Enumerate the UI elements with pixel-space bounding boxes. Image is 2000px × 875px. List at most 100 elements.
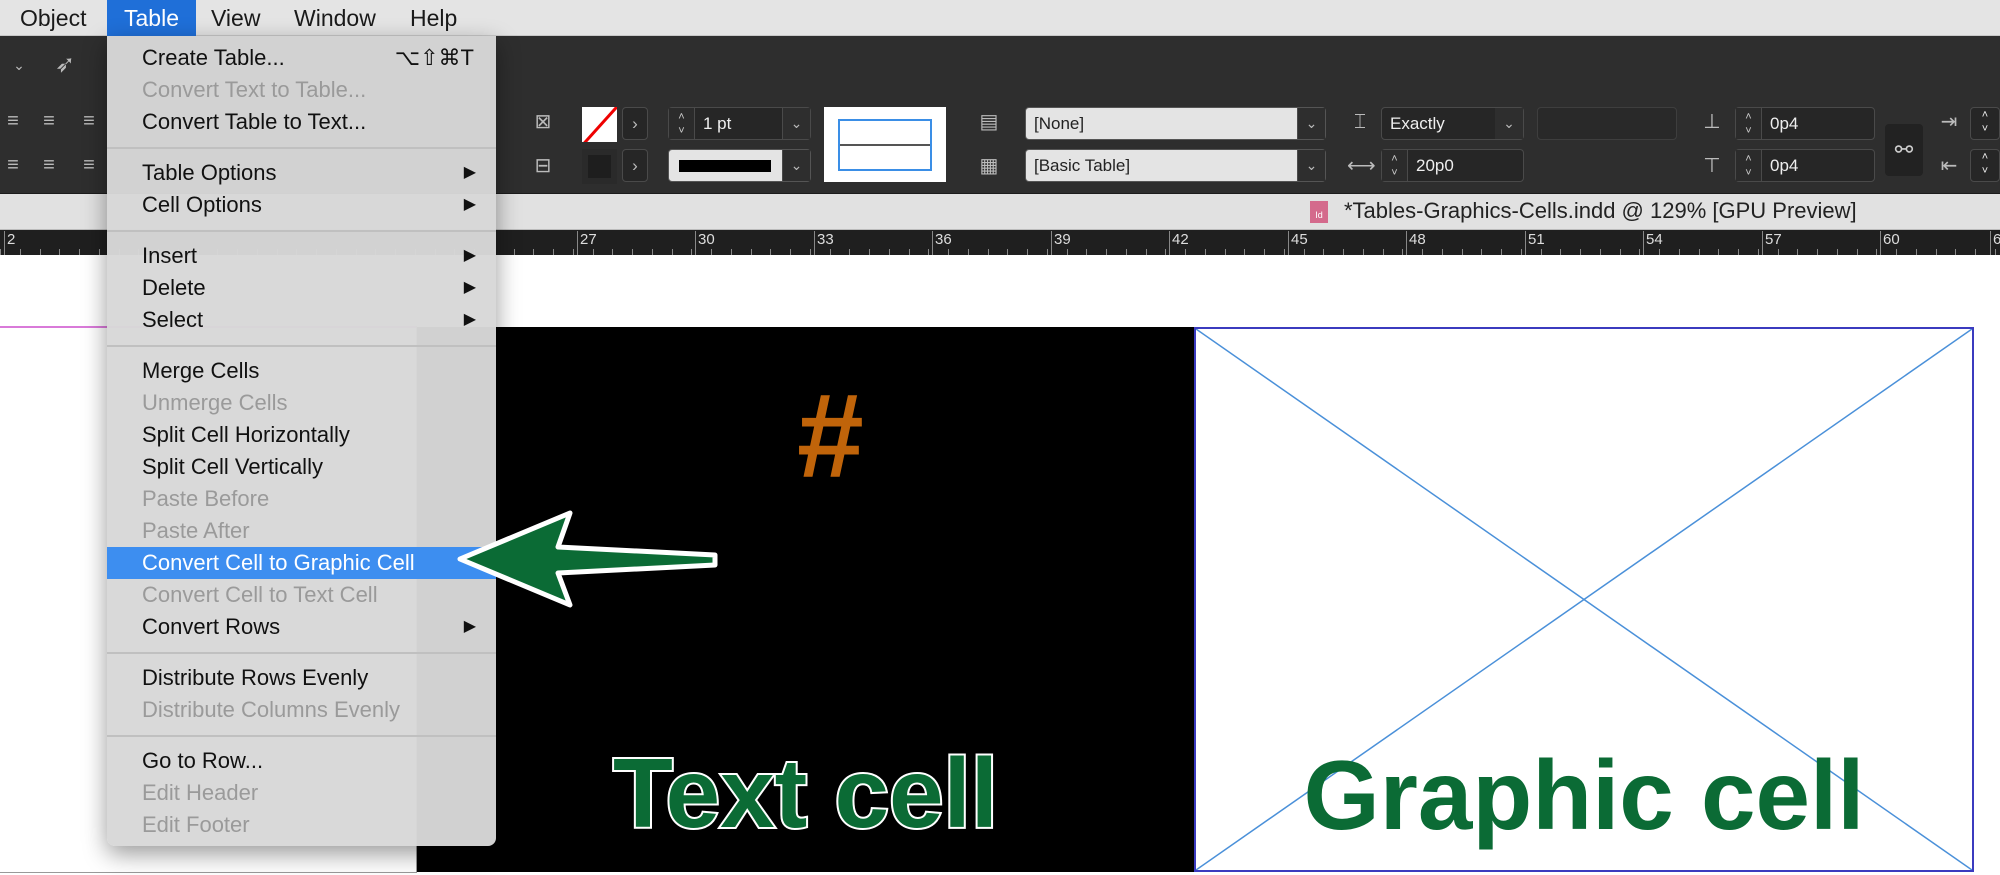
menu-view[interactable]: View <box>199 0 272 36</box>
table-style-dropdown[interactable]: [Basic Table] ⌄ <box>1025 149 1326 182</box>
menu-item-split-cell-horizontally[interactable]: Split Cell Horizontally <box>107 419 496 451</box>
stroke-menu-button[interactable]: › <box>622 107 648 140</box>
chevron-down-icon[interactable]: ⌄ <box>782 150 810 181</box>
submenu-arrow-icon: ▶ <box>463 279 476 296</box>
row-height-mode-dropdown[interactable]: Exactly ⌄ <box>1381 107 1524 140</box>
menu-item-distribute-columns-evenly: Distribute Columns Evenly <box>107 694 496 726</box>
cell-stroke-proxy[interactable] <box>824 107 946 182</box>
left-inset-stepper[interactable]: ˄ ˅ <box>1970 107 2000 140</box>
menu-item-convert-cell-to-text-cell: Convert Cell to Text Cell <box>107 579 496 611</box>
menu-item-label: Convert Text to Table... <box>142 77 367 102</box>
ruler-tick <box>1323 249 1325 255</box>
menu-item-label: Create Table... <box>142 45 285 70</box>
menu-item-distribute-rows-evenly[interactable]: Distribute Rows Evenly <box>107 662 496 694</box>
menu-item-label: Split Cell Horizontally <box>142 422 350 447</box>
ruler-label: 39 <box>1051 231 1071 255</box>
cell-style-icon: ▤ <box>979 111 999 133</box>
menu-item-convert-table-to-text[interactable]: Convert Table to Text... <box>107 106 496 138</box>
ruler-tick <box>1461 249 1463 255</box>
chevron-down-icon[interactable]: ⌄ <box>6 52 32 78</box>
cell-border-icon[interactable]: ⊟ <box>530 153 556 179</box>
ruler-tick <box>1580 249 1581 255</box>
ruler-label: 2 <box>4 231 15 255</box>
menu-object[interactable]: Object <box>8 0 98 36</box>
ruler-tick <box>1738 249 1739 255</box>
chevron-down-icon[interactable]: ⌄ <box>782 108 810 139</box>
menu-separator <box>107 138 496 157</box>
stepper-icon[interactable]: ˄ ˅ <box>1382 150 1408 181</box>
ruler-tick <box>1975 249 1976 255</box>
menu-item-convert-cell-to-graphic-cell[interactable]: Convert Cell to Graphic Cell <box>107 547 496 579</box>
ruler-tick <box>553 249 554 255</box>
ruler-tick <box>0 249 1 255</box>
ruler-tick <box>1659 249 1660 255</box>
menu-item-label: Split Cell Vertically <box>142 454 323 479</box>
ruler-tick <box>1678 249 1680 255</box>
menu-item-table-options[interactable]: Table Options ▶ <box>107 157 496 189</box>
row-height-field[interactable] <box>1537 107 1677 140</box>
menu-table[interactable]: Table <box>107 0 196 36</box>
menu-item-label: Delete <box>142 275 206 300</box>
stepper-icon[interactable]: ˄ ˅ <box>1736 108 1762 139</box>
menu-item-split-cell-vertically[interactable]: Split Cell Vertically <box>107 451 496 483</box>
ruler-tick <box>750 249 752 255</box>
ruler-tick <box>59 249 61 255</box>
ruler-tick <box>1836 249 1838 255</box>
ruler-tick <box>770 249 772 255</box>
menu-item-go-to-row[interactable]: Go to Row... <box>107 745 496 777</box>
menu-item-merge-cells[interactable]: Merge Cells <box>107 355 496 387</box>
cell-style-dropdown[interactable]: [None] ⌄ <box>1025 107 1326 140</box>
align-left-icon[interactable]: ≡ <box>0 108 26 134</box>
ruler-tick <box>790 249 791 255</box>
ruler-tick <box>1283 249 1285 255</box>
menu-item-convert-rows[interactable]: Convert Rows ▶ <box>107 611 496 643</box>
ruler-label: 33 <box>814 231 834 255</box>
fill-menu-button[interactable]: › <box>622 149 648 182</box>
align-center-icon[interactable]: ≡ <box>36 108 62 134</box>
ruler-tick <box>1244 249 1246 255</box>
chevron-down-icon[interactable]: ⌄ <box>1297 108 1325 139</box>
menu-item-label: Convert Rows <box>142 614 281 639</box>
justify-left-icon[interactable]: ≡ <box>0 152 26 178</box>
graphic-cell[interactable]: Graphic cell <box>1194 327 1974 872</box>
cell-diagonal-icon[interactable]: ⊠ <box>530 109 556 135</box>
ruler-tick <box>1520 249 1522 255</box>
align-right-icon[interactable]: ≡ <box>76 108 102 134</box>
menu-item-insert[interactable]: Insert ▶ <box>107 240 496 272</box>
rocket-icon[interactable]: ➶ <box>52 52 78 78</box>
ruler-tick <box>1619 249 1621 255</box>
stroke-weight-field[interactable]: ˄ ˅ 1 pt ⌄ <box>668 107 811 140</box>
right-inset-icon: ⇤ <box>1940 155 1958 177</box>
chevron-down-icon[interactable]: ⌄ <box>1495 108 1523 139</box>
menu-item-select[interactable]: Select ▶ <box>107 304 496 336</box>
menu-help[interactable]: Help <box>398 0 469 36</box>
ruler-tick <box>691 249 693 255</box>
right-inset-stepper[interactable]: ˄ ˅ <box>1970 149 2000 182</box>
stepper-icon[interactable]: ˄ ˅ <box>1736 150 1762 181</box>
top-inset-field[interactable]: ˄ ˅ 0p4 <box>1735 107 1875 140</box>
column-width-field[interactable]: ˄ ˅ 20p0 <box>1381 149 1524 182</box>
justify-right-icon[interactable]: ≡ <box>76 152 102 178</box>
bottom-inset-field[interactable]: ˄ ˅ 0p4 <box>1735 149 1875 182</box>
stroke-type-dropdown[interactable]: ⌄ <box>668 149 811 182</box>
menu-item-delete[interactable]: Delete ▶ <box>107 272 496 304</box>
menu-item-paste-before: Paste Before <box>107 483 496 515</box>
menu-item-label: Edit Footer <box>142 812 250 837</box>
stepper-icon[interactable]: ˄ ˅ <box>669 108 695 139</box>
ruler-tick <box>1303 249 1305 255</box>
document-tab[interactable]: *Tables-Graphics-Cells.indd @ 129% [GPU … <box>1344 198 1857 224</box>
ruler-tick <box>572 249 574 255</box>
menu-item-create-table[interactable]: Create Table... ⌥⇧⌘T <box>107 42 496 74</box>
ruler-tick <box>908 249 910 255</box>
ruler-tick <box>1994 249 1996 255</box>
chevron-down-icon[interactable]: ⌄ <box>1297 150 1325 181</box>
table-style-icon: ▦ <box>979 155 999 177</box>
stroke-none-swatch[interactable] <box>582 107 617 142</box>
menu-item-cell-options[interactable]: Cell Options ▶ <box>107 189 496 221</box>
fill-swatch[interactable] <box>582 149 617 184</box>
menu-window[interactable]: Window <box>282 0 388 36</box>
ruler-tick <box>1540 249 1542 255</box>
justify-center-icon[interactable]: ≡ <box>36 152 62 178</box>
menu-item-label: Convert Table to Text... <box>142 109 367 134</box>
link-insets-icon[interactable]: ⚯ <box>1885 124 1923 176</box>
